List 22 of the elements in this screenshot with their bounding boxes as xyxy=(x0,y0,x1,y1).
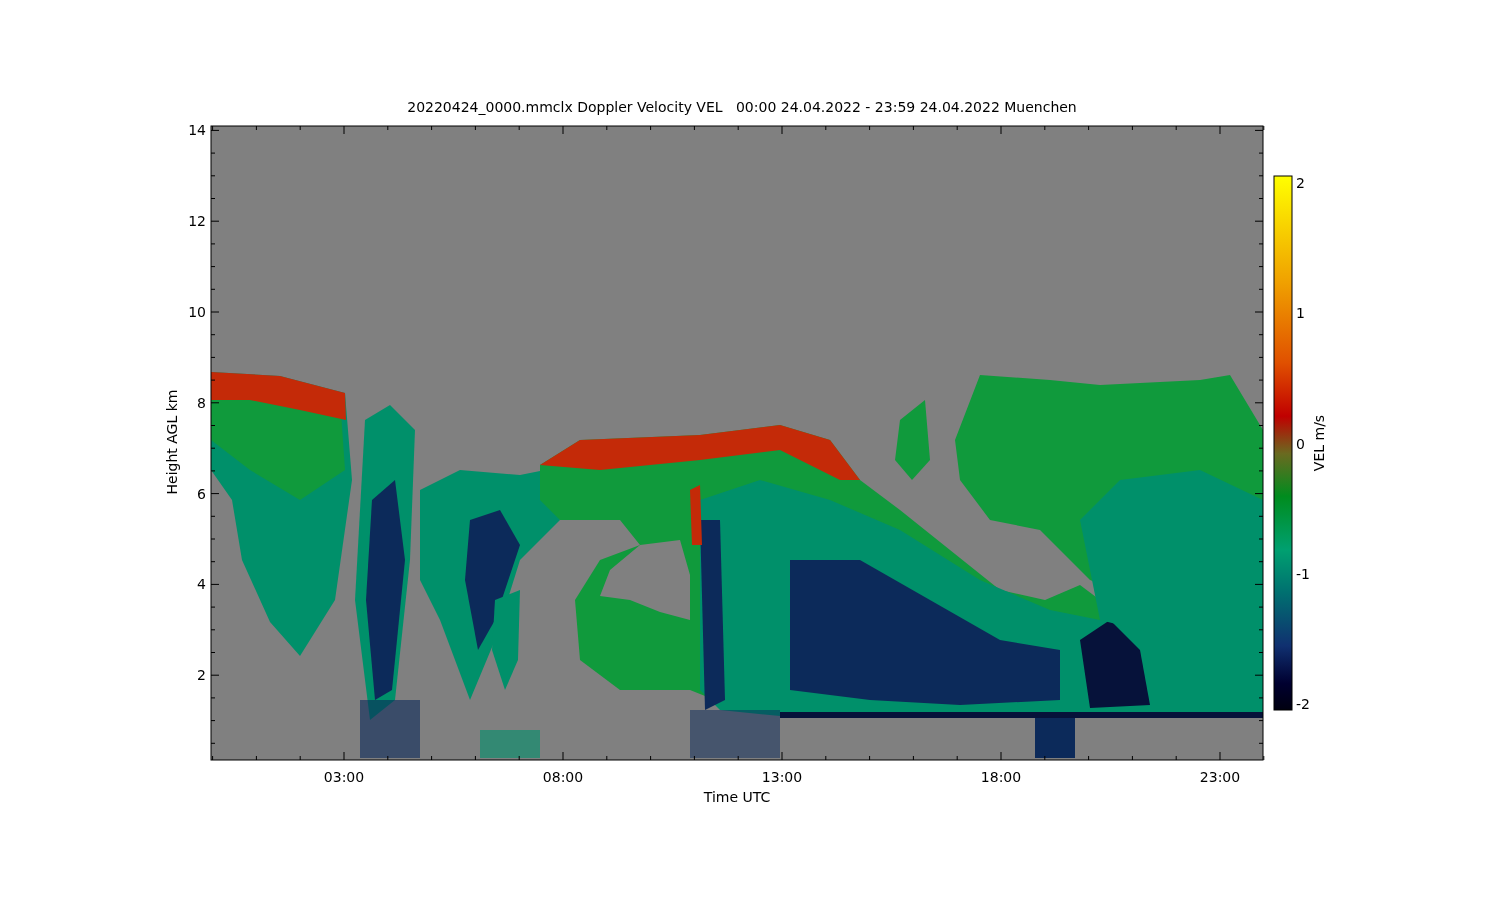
y-tick-label: 6 xyxy=(197,485,206,502)
colorbar-tick-label: 2 xyxy=(1296,175,1305,191)
y-tick-label: 8 xyxy=(197,394,206,411)
colorbar-tick-label: 0 xyxy=(1296,435,1305,452)
y-tick-label: 14 xyxy=(188,122,206,139)
x-tick-label: 08:00 xyxy=(542,769,584,785)
x-tick-label: 23:00 xyxy=(1199,769,1241,785)
x-tick-label: 03:00 xyxy=(323,769,365,785)
colorbar-tick-label: 1 xyxy=(1296,305,1305,322)
colorbar-tick-label: -2 xyxy=(1296,696,1310,712)
x-axis-label: Time UTC xyxy=(703,789,771,805)
y-tick-label: 4 xyxy=(197,576,206,593)
y-tick-label: 10 xyxy=(188,304,206,320)
y-tick-label: 12 xyxy=(188,213,206,230)
colorbar-tick-label: -1 xyxy=(1296,565,1310,582)
colorbar-label: VEL m/s xyxy=(1311,414,1327,472)
radar-echo-region xyxy=(480,730,540,758)
x-tick-label: 13:00 xyxy=(761,769,803,785)
x-tick-label: 18:00 xyxy=(980,769,1022,785)
chart-title: 20220424_0000.mmclx Doppler Velocity VEL 00:00 24.04.2022 - 23:59 24.04.2022 Muenchen xyxy=(407,99,1077,115)
y-tick-label: 2 xyxy=(197,667,206,684)
y-axis-label: Height AGL km xyxy=(164,389,180,495)
